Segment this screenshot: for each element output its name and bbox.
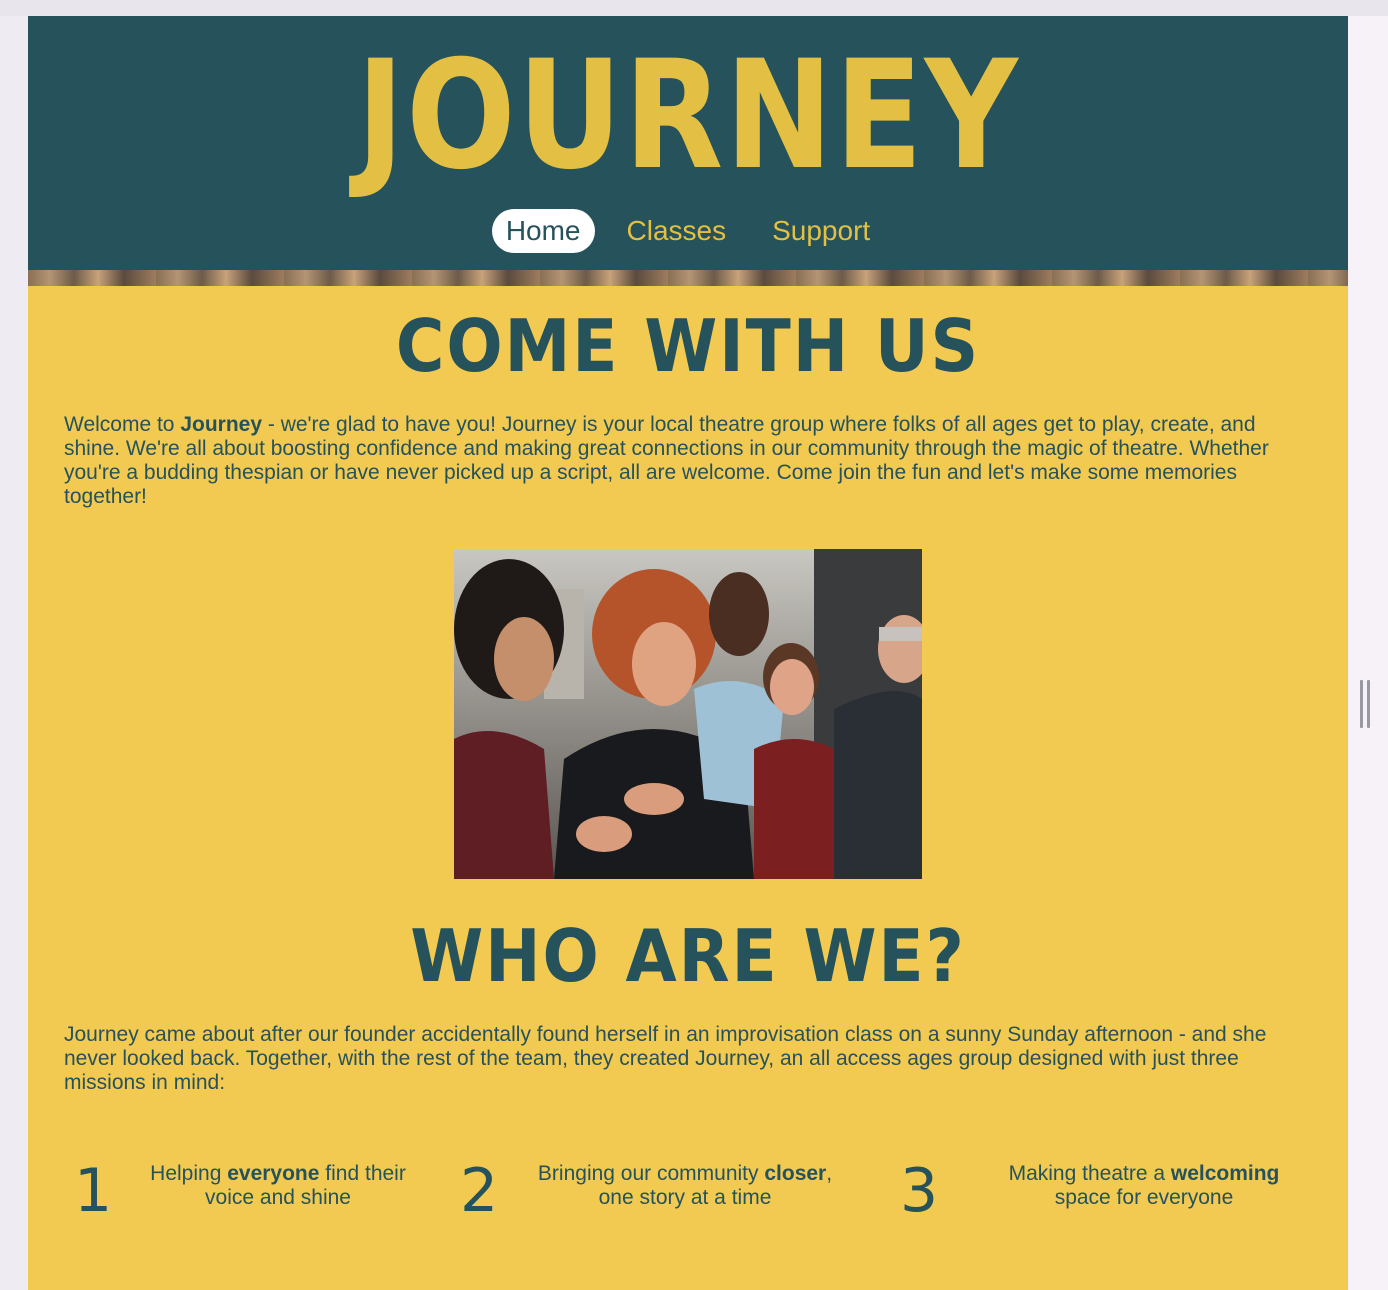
nav-classes-link[interactable]: Classes — [613, 209, 741, 253]
mission-item: 3 Making theatre a welcoming space for e… — [894, 1158, 1314, 1224]
welcome-text-prefix: Welcome to — [64, 413, 181, 436]
site-header: JOURNEY Home Classes Support — [28, 16, 1348, 270]
mission-number: 1 — [74, 1156, 113, 1226]
welcome-text-bold: Journey — [180, 413, 263, 436]
welcome-paragraph: Welcome to Journey - we're glad to have … — [64, 413, 1314, 509]
about-paragraph: Journey came about after our founder acc… — [64, 1023, 1267, 1094]
mission-text-bold: everyone — [227, 1162, 320, 1185]
mission-item: 2 Bringing our community closer, one sto… — [454, 1158, 894, 1224]
mission-text: Helping everyone find their voice and sh… — [130, 1162, 426, 1210]
mission-text-bold: closer — [764, 1162, 827, 1185]
site-logo[interactable]: JOURNEY — [120, 36, 1255, 196]
page: JOURNEY Home Classes Support COME WITH U… — [28, 16, 1348, 1290]
header-photo-strip — [28, 270, 1348, 286]
mission-text: Making theatre a welcoming space for eve… — [984, 1162, 1304, 1210]
mission-number: 3 — [900, 1156, 939, 1226]
mission-text-before: Helping — [150, 1162, 228, 1185]
resize-handle[interactable] — [1360, 680, 1370, 728]
nav-home-link[interactable]: Home — [491, 209, 595, 253]
mission-number: 2 — [460, 1156, 499, 1226]
mission-text: Bringing our community closer, one story… — [520, 1162, 850, 1210]
about-heading: WHO ARE WE? — [410, 914, 966, 998]
missions-list: 1 Helping everyone find their voice and … — [64, 1158, 1314, 1224]
mission-text-bold: welcoming — [1170, 1162, 1280, 1185]
nav-support-link[interactable]: Support — [758, 209, 884, 253]
mission-text-before: Bringing our community — [537, 1162, 765, 1185]
mission-text-after: space for everyone — [1054, 1186, 1234, 1209]
mission-text-before: Making theatre a — [1008, 1162, 1171, 1185]
scrollbar-gutter — [1348, 16, 1388, 1290]
main-nav: Home Classes Support — [28, 209, 1348, 253]
mission-item: 1 Helping everyone find their voice and … — [64, 1158, 454, 1224]
group-photo — [454, 549, 922, 879]
welcome-heading: COME WITH US — [395, 304, 981, 388]
